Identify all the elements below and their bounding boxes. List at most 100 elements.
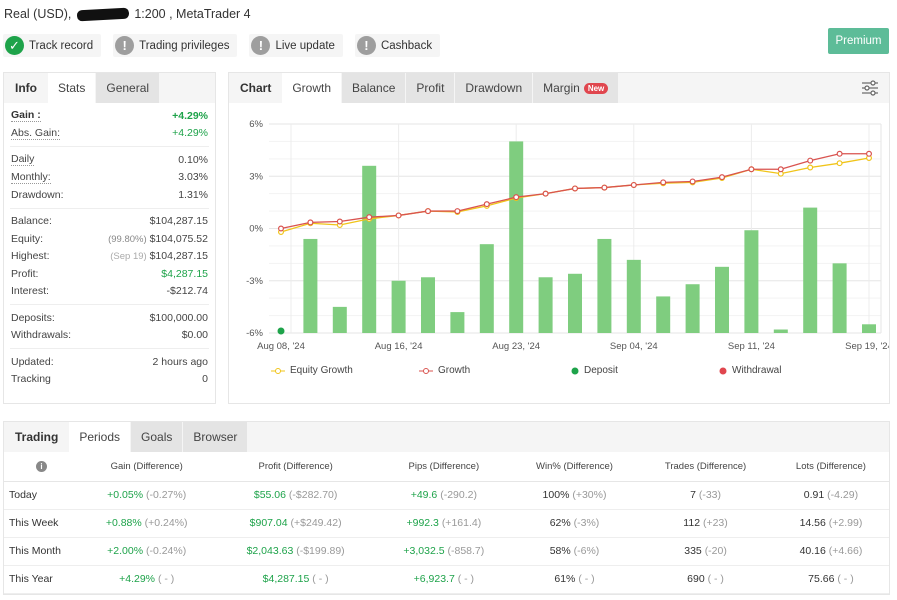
tab-general[interactable]: General	[96, 73, 160, 103]
exclamation-circle-icon: !	[356, 36, 376, 55]
growth-point	[689, 178, 696, 185]
stats-panel: Info Stats General Gain : +4.29% Abs. Ga…	[3, 72, 216, 404]
growth-point	[836, 150, 843, 157]
cell-difference: (+2.99)	[828, 517, 863, 529]
legend-withdrawal-marker	[719, 367, 727, 374]
cell-difference: (-4.29)	[827, 489, 859, 501]
cell-value: $907.04	[249, 517, 288, 529]
growth-chart: 6% 3% 0% -3% -6% Aug 08, '24 Aug 16, '24 Aug 23…	[246, 119, 889, 352]
stat-value: $4,287.15	[161, 267, 208, 280]
cell-difference: (-$282.70)	[288, 489, 338, 501]
table-cell: Today	[4, 481, 79, 510]
cell-difference: (-6%)	[573, 545, 600, 557]
tab-margin[interactable]: Margin New	[533, 73, 619, 103]
cell-difference: (-290.2)	[440, 489, 477, 501]
info-icon[interactable]: i	[36, 460, 47, 472]
premium-button[interactable]: Premium	[828, 28, 889, 54]
cell-difference: ( - )	[578, 573, 595, 585]
y-tick-label: -3%	[246, 276, 263, 287]
activity-bar	[744, 230, 759, 333]
equity-percent: (99.80%)	[108, 233, 147, 245]
stat-label[interactable]: Daily	[11, 153, 35, 167]
activity-bar	[568, 273, 582, 333]
tab-margin-label: Margin	[543, 81, 580, 95]
legend-label: Equity Growth	[290, 365, 353, 376]
stat-value: +4.29%	[172, 127, 208, 140]
stat-value: 3.03%	[178, 171, 208, 184]
badge-label: Cashback	[380, 39, 433, 52]
cell-value: $2,043.63	[246, 545, 294, 557]
cell-value: 100%	[542, 489, 570, 501]
x-tick-label: Aug 23, '24	[492, 341, 540, 352]
table-header-row: i Gain (Difference) Profit (Difference) …	[4, 452, 889, 482]
periods-table-body: Today +0.05% (-0.27%) $55.06 (-$282.70) +49…	[4, 481, 889, 594]
badge-live-update[interactable]: ! Live update	[249, 34, 343, 57]
cell-value: 7	[690, 489, 696, 501]
table-cell: 7 (-33)	[638, 481, 773, 510]
tab-info[interactable]: Info	[4, 73, 48, 103]
tab-growth[interactable]: Growth	[282, 73, 342, 103]
stat-value: $104,075.52	[149, 232, 208, 245]
table-cell: +992.3 (+161.4)	[376, 509, 511, 538]
tab-balance[interactable]: Balance	[342, 73, 406, 103]
redacted-account-number	[76, 7, 130, 22]
table-cell: +2.00% (-0.24%)	[79, 537, 215, 566]
column-header: Pips (Difference)	[376, 452, 511, 482]
chart-settings-icon[interactable]	[861, 79, 879, 97]
stat-label[interactable]: Abs. Gain:	[11, 127, 61, 140]
cell-value: 0.91	[803, 489, 825, 501]
badge-trading-privileges[interactable]: ! Trading privileges	[113, 34, 238, 57]
tab-profit[interactable]: Profit	[406, 73, 455, 103]
stat-value: 2 hours ago	[152, 355, 208, 368]
x-tick-label: Aug 16, '24	[375, 341, 423, 352]
cell-difference: (-0.27%)	[145, 489, 187, 501]
check-circle-icon: ✓	[5, 36, 24, 55]
legend-equity-growth[interactable]: Equity Growth	[271, 365, 353, 376]
tab-periods[interactable]: Periods	[69, 422, 131, 452]
legend-growth[interactable]: Growth	[419, 365, 470, 376]
legend-withdrawal[interactable]: Withdrawal	[719, 365, 781, 376]
cell-value: 335	[684, 545, 702, 557]
stat-withdrawals: Withdrawals: $0.00	[4, 327, 215, 345]
exclamation-circle-icon: !	[251, 36, 271, 55]
cell-value: +0.05%	[107, 489, 144, 501]
table-cell: 335 (-20)	[638, 537, 773, 566]
badge-cashback[interactable]: ! Cashback	[354, 34, 441, 57]
table-cell: $4,287.15 ( - )	[214, 565, 377, 594]
stat-label: Drawdown:	[11, 188, 64, 201]
badge-track-record[interactable]: ✓ Track record	[3, 34, 102, 57]
legend-deposit[interactable]: Deposit	[571, 365, 618, 376]
stat-label: Highest:	[11, 250, 50, 263]
activity-bar	[597, 238, 612, 333]
account-leverage-platform: 1:200 , MetaTrader 4	[134, 7, 251, 21]
stat-monthly: Monthly: 3.03%	[4, 169, 215, 187]
cell-difference: (+$249.42)	[290, 517, 342, 529]
divider	[10, 304, 209, 305]
table-row: This Year +4.29% ( - ) $4,287.15 ( - ) +6,9…	[4, 565, 889, 594]
activity-bar	[479, 244, 494, 333]
activity-bar	[538, 277, 553, 333]
x-tick-label: Sep 19, '24	[845, 341, 889, 352]
stat-label[interactable]: Gain :	[11, 109, 41, 123]
tab-drawdown[interactable]: Drawdown	[455, 73, 533, 103]
tab-trading[interactable]: Trading	[4, 422, 69, 452]
tab-goals[interactable]: Goals	[131, 422, 183, 452]
table-cell: 58% (-6%)	[510, 537, 639, 566]
table-cell: 0.91 (-4.29)	[772, 481, 889, 510]
x-tick-label: Sep 04, '24	[610, 341, 658, 352]
growth-point	[660, 179, 667, 186]
stat-label: Interest:	[11, 285, 49, 298]
stat-label: Deposits:	[11, 311, 55, 324]
activity-bar	[832, 263, 847, 333]
divider	[10, 146, 209, 147]
growth-point	[425, 208, 432, 215]
stat-label[interactable]: Monthly:	[11, 171, 51, 184]
tab-stats[interactable]: Stats	[48, 73, 96, 103]
divider	[10, 348, 209, 349]
legend-label: Deposit	[584, 365, 618, 376]
badge-label: Trading privileges	[139, 39, 230, 52]
info-header: i	[4, 452, 79, 482]
tab-browser[interactable]: Browser	[183, 422, 248, 452]
badge-label: Live update	[275, 39, 335, 52]
cell-value: 40.16	[799, 545, 826, 557]
